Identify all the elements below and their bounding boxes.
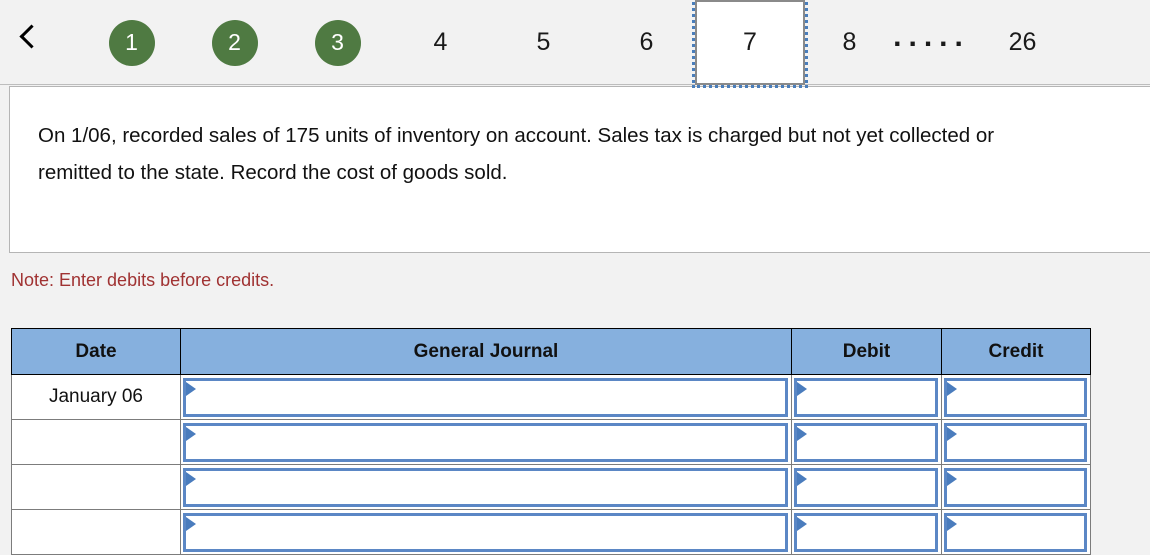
table-header-row: Date General Journal Debit Credit (11, 328, 1091, 375)
pagination-item-2[interactable]: 2 (183, 0, 286, 85)
debit-cell[interactable] (791, 419, 942, 465)
dropdown-marker-icon (947, 471, 957, 486)
column-header-date: Date (11, 328, 181, 375)
pagination-bar: 1 2 3 4 5 6 7 8 ..... 26 (0, 0, 1150, 88)
debit-cell[interactable] (791, 374, 942, 420)
pagination-item-26[interactable]: 26 (971, 0, 1074, 85)
pagination-item-4[interactable]: 4 (389, 0, 492, 85)
dropdown-marker-icon (186, 471, 196, 486)
credit-input[interactable] (944, 377, 1087, 417)
table-row (11, 509, 1091, 555)
dropdown-marker-icon (797, 471, 807, 486)
general-journal-cell[interactable] (180, 374, 792, 420)
date-cell (11, 509, 181, 555)
dropdown-marker-icon (186, 516, 196, 531)
date-cell (11, 419, 181, 465)
date-cell (11, 464, 181, 510)
general-journal-table: Date General Journal Debit Credit Januar… (11, 328, 1091, 555)
debit-input[interactable] (794, 422, 938, 462)
general-journal-cell[interactable] (180, 464, 792, 510)
dropdown-marker-icon (186, 426, 196, 441)
table-row: January 06 (11, 374, 1091, 420)
general-journal-cell[interactable] (180, 419, 792, 465)
pagination-item-5[interactable]: 5 (492, 0, 595, 85)
credit-cell[interactable] (941, 374, 1091, 420)
general-journal-input[interactable] (183, 377, 788, 417)
debit-input[interactable] (794, 467, 938, 507)
dropdown-marker-icon (797, 381, 807, 396)
table-row (11, 419, 1091, 465)
dropdown-marker-icon (947, 426, 957, 441)
pagination-circle: 1 (108, 19, 155, 66)
pagination-item-6[interactable]: 6 (595, 0, 698, 85)
column-header-debit: Debit (791, 328, 942, 375)
dropdown-marker-icon (947, 516, 957, 531)
date-cell: January 06 (11, 374, 181, 420)
credit-input[interactable] (944, 422, 1087, 462)
general-journal-input[interactable] (183, 467, 788, 507)
pagination-circle: 3 (314, 19, 361, 66)
chevron-left-icon (19, 23, 44, 49)
column-header-credit: Credit (941, 328, 1091, 375)
credit-cell[interactable] (941, 464, 1091, 510)
general-journal-input[interactable] (183, 512, 788, 552)
credit-cell[interactable] (941, 419, 1091, 465)
dropdown-marker-icon (797, 516, 807, 531)
pagination-item-3[interactable]: 3 (286, 0, 389, 85)
general-journal-input[interactable] (183, 422, 788, 462)
credit-cell[interactable] (941, 509, 1091, 555)
debit-input[interactable] (794, 377, 938, 417)
question-text: On 1/06, recorded sales of 175 units of … (38, 124, 995, 184)
column-header-general-journal: General Journal (180, 328, 792, 375)
back-button[interactable] (10, 14, 48, 58)
debit-cell[interactable] (791, 509, 942, 555)
dropdown-marker-icon (797, 426, 807, 441)
pagination-item-7-selected[interactable]: 7 (692, 0, 808, 88)
question-panel: On 1/06, recorded sales of 175 units of … (9, 86, 1150, 253)
debit-cell[interactable] (791, 464, 942, 510)
dropdown-marker-icon (186, 381, 196, 396)
credit-input[interactable] (944, 467, 1087, 507)
credit-input[interactable] (944, 512, 1087, 552)
dropdown-marker-icon (947, 381, 957, 396)
general-journal-cell[interactable] (180, 509, 792, 555)
pagination-ellipsis: ..... (893, 19, 970, 53)
pagination-circle: 2 (211, 19, 258, 66)
pagination-item-1[interactable]: 1 (80, 0, 183, 85)
table-row (11, 464, 1091, 510)
note-text: Note: Enter debits before credits. (11, 270, 275, 290)
debit-input[interactable] (794, 512, 938, 552)
